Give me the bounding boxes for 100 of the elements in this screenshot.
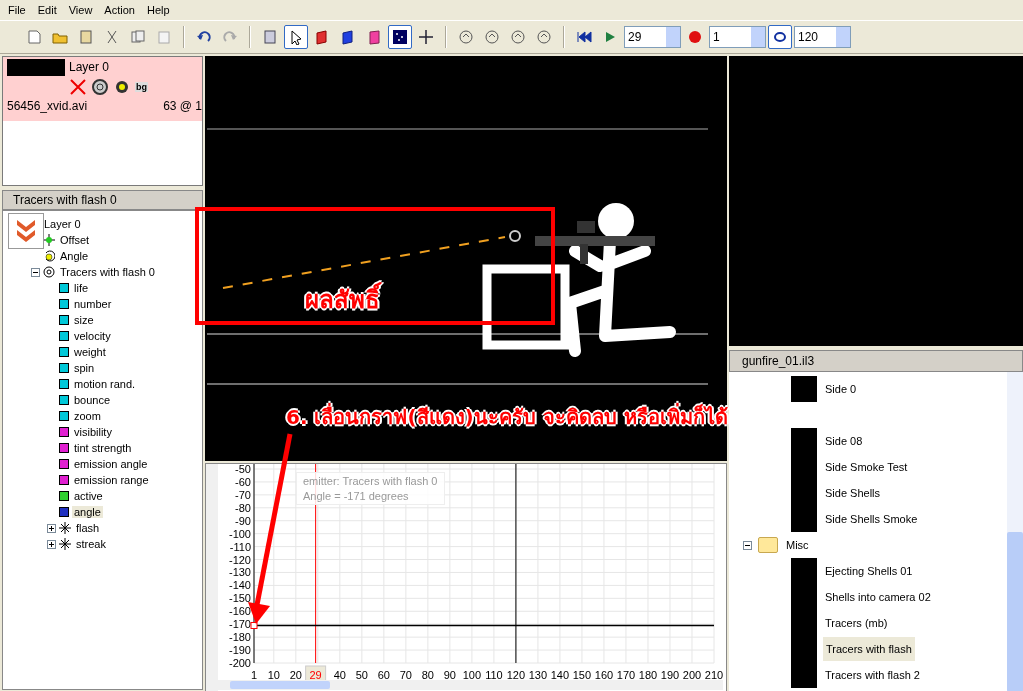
axis-label: -140 [228, 579, 251, 592]
library-item[interactable]: Misc [784, 539, 811, 551]
burst-icon [113, 78, 131, 96]
tree-item[interactable]: Layer 0 [42, 218, 83, 230]
library-item[interactable]: Side Shells Smoke [823, 513, 920, 525]
background-toggle[interactable]: bg [135, 82, 148, 92]
axis-label: -160 [228, 605, 251, 618]
axis-label: -70 [235, 488, 251, 501]
axis-label: -50 [235, 464, 251, 475]
menu-item[interactable]: View [62, 4, 99, 16]
axis-label: 40 [333, 669, 346, 681]
tree-item[interactable]: velocity [72, 330, 113, 342]
tree-item[interactable]: Offset [58, 234, 92, 246]
layer-frames: 63 @ 1 [163, 99, 202, 113]
vertical-scrollbar[interactable] [206, 464, 218, 691]
axis-label: 60 [377, 669, 390, 681]
folder-icon [758, 537, 778, 553]
sparkle-icon [59, 522, 71, 534]
axis-label: -190 [228, 644, 251, 657]
axis-label: 170 [616, 669, 636, 681]
menu-item[interactable]: File [2, 4, 32, 16]
axis-label: -100 [228, 527, 251, 540]
x-tick-label: 29 [309, 669, 322, 681]
tree-item[interactable]: motion rand. [72, 378, 138, 390]
pointer-icon[interactable] [284, 25, 308, 49]
collapse-toggle[interactable] [743, 540, 752, 550]
library-item[interactable]: Side Smoke Test [823, 461, 910, 473]
library-item[interactable]: Shells into camera 02 [823, 591, 933, 603]
menu-item[interactable]: Edit [31, 4, 63, 16]
axis-label: 90 [443, 669, 456, 681]
effect-thumbnail [791, 376, 817, 402]
axis-label: 150 [572, 669, 592, 681]
sparkle-icon [59, 538, 71, 550]
tree-item[interactable]: emission angle [72, 458, 150, 470]
menu-item[interactable]: Action [98, 4, 141, 16]
axis-label: -80 [235, 501, 251, 514]
axis-label: 130 [528, 669, 548, 681]
library-item[interactable]: Tracers with flash [823, 637, 915, 661]
axis-label: 160 [594, 669, 614, 681]
info-text: emitter: Tracers with flash 0 [303, 475, 438, 487]
axis-label: -180 [228, 631, 251, 644]
axis-label: 140 [550, 669, 570, 681]
tree-item[interactable]: angle [72, 506, 103, 518]
particles-tool-icon[interactable] [388, 25, 412, 49]
tree-item[interactable]: tint strength [72, 442, 134, 454]
tree-item[interactable]: number [72, 298, 114, 310]
horizontal-scrollbar[interactable] [218, 680, 723, 690]
start-frame-field[interactable]: 1 [709, 26, 766, 48]
layer-thumbnail [7, 59, 65, 76]
offset-icon [43, 234, 55, 246]
axis-label: 120 [506, 669, 526, 681]
tree-item[interactable]: streak [74, 538, 108, 550]
library-item[interactable]: Tracers (mb) [823, 617, 890, 629]
expand-toggle[interactable] [47, 539, 56, 549]
tree-item[interactable]: Tracers with flash 0 [58, 266, 157, 278]
expand-toggle[interactable] [47, 523, 56, 533]
library-item[interactable]: Side 08 [823, 435, 865, 447]
annotation-label: ผลสัพธิ์ [305, 280, 380, 319]
info-text: Angle = -171 degrees [303, 490, 410, 502]
tree-item[interactable]: bounce [72, 394, 113, 406]
axis-label: -120 [228, 553, 251, 566]
effect-thumbnail [791, 558, 817, 584]
tree-item[interactable]: life [72, 282, 91, 294]
library-item[interactable]: Ejecting Shells 01 [823, 565, 915, 577]
axis-label: -90 [235, 514, 251, 527]
panel-title: Tracers with flash 0 [2, 190, 203, 210]
axis-label: 190 [660, 669, 680, 681]
tree-item[interactable]: visibility [72, 426, 114, 438]
tree-item[interactable]: flash [74, 522, 102, 534]
tree-item[interactable]: active [72, 490, 105, 502]
effect-thumbnail [791, 506, 817, 532]
tree-item[interactable]: spin [72, 362, 97, 374]
tree-item[interactable]: emission range [72, 474, 151, 486]
tree-item[interactable]: size [72, 314, 96, 326]
panel-title: gunfire_01.il3 [729, 350, 1023, 372]
loop-icon[interactable] [768, 25, 792, 49]
axis-label: 110 [485, 669, 503, 681]
axis-label: 200 [682, 669, 702, 681]
layer-row[interactable]: Layer 0 bg 56456_xvid.avi 63 @ 1 [3, 57, 202, 121]
library-item[interactable]: Tracers with flash 2 [823, 669, 922, 681]
tree-item[interactable]: Angle [58, 250, 91, 262]
target-icon [43, 266, 55, 278]
cross-icon [69, 78, 87, 96]
effect-thumbnail [791, 428, 817, 454]
tree-item[interactable]: zoom [72, 410, 103, 422]
tree-item[interactable]: weight [72, 346, 108, 358]
library-item[interactable]: Side 0 [823, 383, 859, 395]
library-item[interactable]: Side Shells [823, 487, 883, 499]
graph-curve[interactable] [250, 622, 715, 629]
axis-label: -200 [228, 657, 251, 669]
vertical-scrollbar[interactable] [1007, 372, 1023, 691]
axis-label: -170 [228, 618, 251, 631]
axis-label: 1 [250, 669, 258, 681]
axis-label: 20 [289, 669, 302, 681]
frame-field[interactable]: 29 [624, 26, 681, 48]
axis-label: 50 [355, 669, 368, 681]
axis-label: -60 [235, 475, 251, 488]
end-frame-field[interactable]: 120 [794, 26, 851, 48]
collapse-toggle[interactable] [31, 267, 40, 277]
menu-item[interactable]: Help [140, 4, 176, 16]
